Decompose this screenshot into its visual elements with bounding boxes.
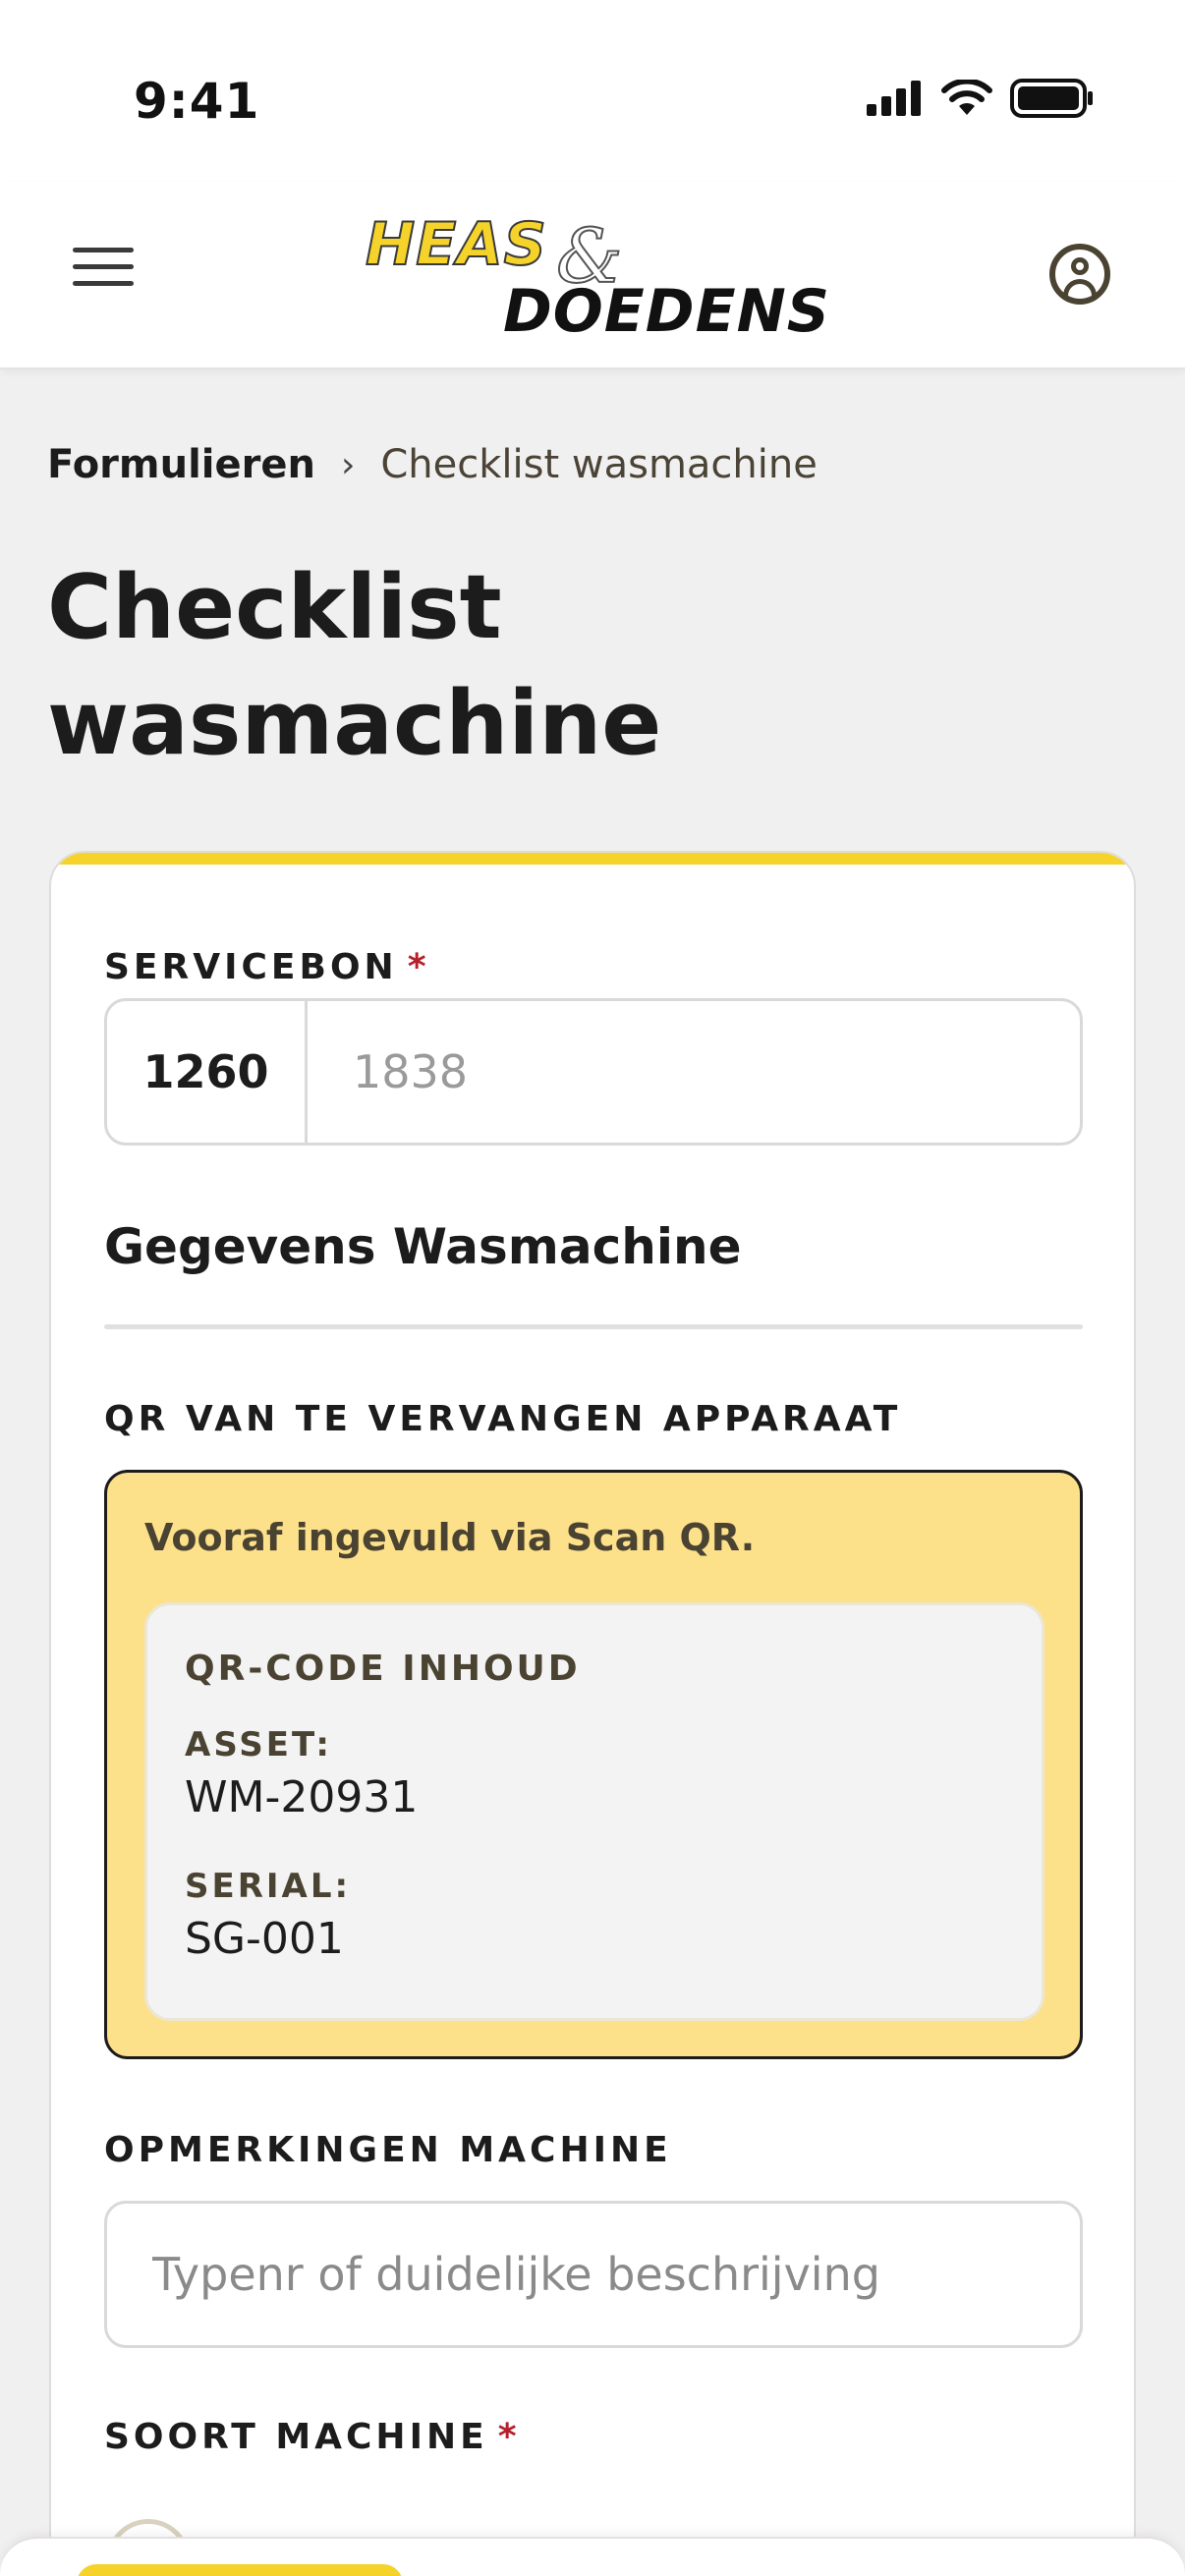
breadcrumb-current: Checklist wasmachine <box>380 442 818 487</box>
page: 9:41 HEAS & DOEDENS Formulieren › Checkl… <box>0 0 1185 2576</box>
remarks-label: OPMERKINGEN MACHINE <box>104 2130 672 2170</box>
logo-heas-text: HEAS <box>365 209 547 280</box>
wifi-icon <box>941 80 992 115</box>
qr-serial-label: SERIAL: <box>185 1867 352 1906</box>
servicebon-input[interactable] <box>308 1001 1080 1143</box>
qr-content-title: QR-CODE INHOUD <box>185 1649 581 1689</box>
servicebon-label: SERVICEBON * <box>104 947 430 987</box>
section-divider <box>104 1324 1083 1329</box>
app-header: HEAS & DOEDENS <box>0 183 1185 369</box>
form-card: SERVICEBON* 1260 Gegevens Wasmachine QR … <box>49 851 1136 2576</box>
required-marker: * <box>407 947 430 987</box>
page-title: Checklist wasmachine <box>47 556 662 775</box>
qr-prefill-note: Vooraf ingevuld via Scan QR. <box>144 1516 756 1559</box>
qr-content-panel: QR-CODE INHOUD ASSET: WM-20931 SERIAL: S… <box>144 1602 1044 2021</box>
hamburger-menu-icon[interactable] <box>73 248 134 297</box>
machine-type-label: SOORT MACHINE * <box>104 2417 521 2457</box>
qr-prefill-box: Vooraf ingevuld via Scan QR. QR-CODE INH… <box>104 1470 1083 2059</box>
battery-icon <box>1010 79 1093 118</box>
qr-label: QR VAN TE VERVANGEN APPARAAT <box>104 1399 902 1439</box>
servicebon-field: 1260 <box>104 998 1083 1146</box>
breadcrumb: Formulieren › Checklist wasmachine <box>47 442 818 487</box>
bottom-action-bar <box>0 2537 1185 2576</box>
remarks-input[interactable] <box>104 2201 1083 2348</box>
status-bar: 9:41 <box>0 0 1185 183</box>
primary-action-button[interactable] <box>77 2564 403 2576</box>
status-icons <box>867 79 1095 118</box>
servicebon-prefix: 1260 <box>107 1001 308 1143</box>
cellular-signal-icon <box>867 81 921 116</box>
breadcrumb-formulieren-link[interactable]: Formulieren <box>47 442 315 487</box>
chevron-right-icon: › <box>340 444 356 485</box>
qr-serial-value: SG-001 <box>185 1914 344 1964</box>
logo-doedens-text: DOEDENS <box>503 277 831 346</box>
qr-asset-label: ASSET: <box>185 1725 332 1764</box>
heas-doedens-logo[interactable]: HEAS & DOEDENS <box>365 209 831 348</box>
required-marker: * <box>497 2417 521 2457</box>
qr-asset-value: WM-20931 <box>185 1772 419 1822</box>
user-profile-icon[interactable] <box>1049 244 1110 305</box>
section-heading-gegevens-wasmachine: Gegevens Wasmachine <box>104 1218 742 1275</box>
status-time: 9:41 <box>134 73 260 130</box>
